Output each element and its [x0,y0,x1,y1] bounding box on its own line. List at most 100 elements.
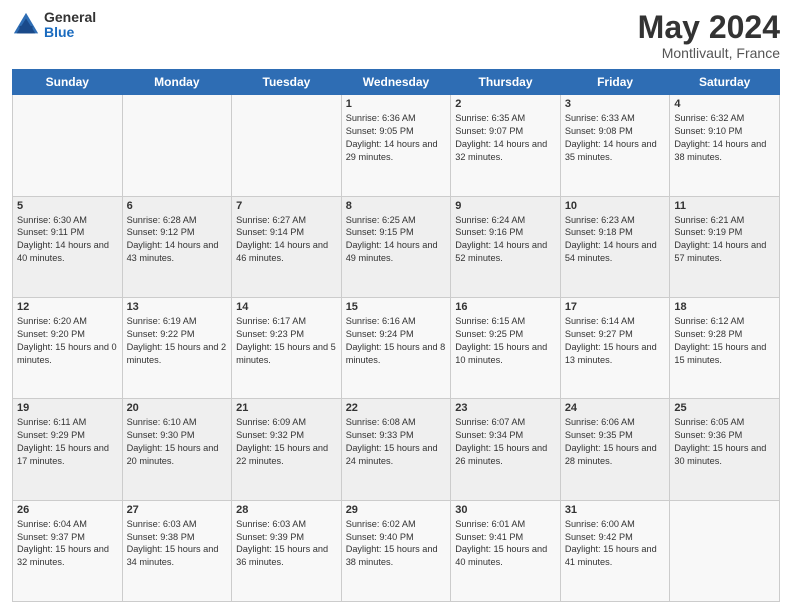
title-block: May 2024 Montlivault, France [638,10,780,61]
day-number: 18 [674,301,775,313]
day-info: Sunrise: 6:30 AMSunset: 9:11 PMDaylight:… [17,214,118,266]
day-number: 27 [127,504,228,516]
calendar-cell: 23 Sunrise: 6:07 AMSunset: 9:34 PMDayligh… [451,399,561,500]
day-info: Sunrise: 6:10 AMSunset: 9:30 PMDaylight:… [127,416,228,468]
page-header: General Blue May 2024 Montlivault, Franc… [12,10,780,61]
day-info: Sunrise: 6:20 AMSunset: 9:20 PMDaylight:… [17,315,118,367]
day-info: Sunrise: 6:01 AMSunset: 9:41 PMDaylight:… [455,518,556,570]
day-number: 29 [346,504,447,516]
day-info: Sunrise: 6:19 AMSunset: 9:22 PMDaylight:… [127,315,228,367]
day-info: Sunrise: 6:36 AMSunset: 9:05 PMDaylight:… [346,112,447,164]
calendar-header-row: SundayMondayTuesdayWednesdayThursdayFrid… [13,70,780,95]
calendar-header-tuesday: Tuesday [232,70,342,95]
day-number: 25 [674,402,775,414]
day-number: 13 [127,301,228,313]
day-number: 23 [455,402,556,414]
day-info: Sunrise: 6:04 AMSunset: 9:37 PMDaylight:… [17,518,118,570]
calendar-cell: 5 Sunrise: 6:30 AMSunset: 9:11 PMDaylight… [13,196,123,297]
calendar-week-row: 12 Sunrise: 6:20 AMSunset: 9:20 PMDayligh… [13,297,780,398]
calendar-cell [232,95,342,196]
day-number: 21 [236,402,337,414]
calendar-table: SundayMondayTuesdayWednesdayThursdayFrid… [12,69,780,602]
day-number: 12 [17,301,118,313]
day-info: Sunrise: 6:27 AMSunset: 9:14 PMDaylight:… [236,214,337,266]
calendar-cell: 26Sunrise: 6:04 AMSunset: 9:37 PMDayligh… [13,500,123,601]
day-info: Sunrise: 6:16 AMSunset: 9:24 PMDaylight:… [346,315,447,367]
calendar-cell: 15 Sunrise: 6:16 AMSunset: 9:24 PMDayligh… [341,297,451,398]
calendar-header-friday: Friday [560,70,670,95]
day-number: 31 [565,504,666,516]
day-info: Sunrise: 6:07 AMSunset: 9:34 PMDaylight:… [455,416,556,468]
day-info: Sunrise: 6:12 AMSunset: 9:28 PMDaylight:… [674,315,775,367]
calendar-cell: 12 Sunrise: 6:20 AMSunset: 9:20 PMDayligh… [13,297,123,398]
logo-text: General Blue [44,10,96,41]
day-number: 7 [236,200,337,212]
day-info: Sunrise: 6:21 AMSunset: 9:19 PMDaylight:… [674,214,775,266]
day-info: Sunrise: 6:33 AMSunset: 9:08 PMDaylight:… [565,112,666,164]
calendar-cell: 13 Sunrise: 6:19 AMSunset: 9:22 PMDayligh… [122,297,232,398]
day-number: 16 [455,301,556,313]
calendar-header-saturday: Saturday [670,70,780,95]
day-number: 5 [17,200,118,212]
calendar-cell: 21Sunrise: 6:09 AMSunset: 9:32 PMDayligh… [232,399,342,500]
calendar-header-wednesday: Wednesday [341,70,451,95]
logo-icon [12,11,40,39]
calendar-cell: 16 Sunrise: 6:15 AMSunset: 9:25 PMDayligh… [451,297,561,398]
day-number: 17 [565,301,666,313]
calendar-cell: 3Sunrise: 6:33 AMSunset: 9:08 PMDaylight… [560,95,670,196]
day-info: Sunrise: 6:11 AMSunset: 9:29 PMDaylight:… [17,416,118,468]
day-number: 2 [455,98,556,110]
calendar-cell: 11 Sunrise: 6:21 AMSunset: 9:19 PMDayligh… [670,196,780,297]
location-text: Montlivault, France [638,45,780,61]
day-info: Sunrise: 6:05 AMSunset: 9:36 PMDaylight:… [674,416,775,468]
day-info: Sunrise: 6:28 AMSunset: 9:12 PMDaylight:… [127,214,228,266]
day-info: Sunrise: 6:08 AMSunset: 9:33 PMDaylight:… [346,416,447,468]
day-info: Sunrise: 6:03 AMSunset: 9:39 PMDaylight:… [236,518,337,570]
calendar-cell: 25 Sunrise: 6:05 AMSunset: 9:36 PMDayligh… [670,399,780,500]
calendar-cell: 29 Sunrise: 6:02 AMSunset: 9:40 PMDayligh… [341,500,451,601]
day-number: 22 [346,402,447,414]
calendar-cell: 20 Sunrise: 6:10 AMSunset: 9:30 PMDayligh… [122,399,232,500]
page-container: General Blue May 2024 Montlivault, Franc… [0,0,792,612]
calendar-week-row: 5 Sunrise: 6:30 AMSunset: 9:11 PMDaylight… [13,196,780,297]
day-info: Sunrise: 6:02 AMSunset: 9:40 PMDaylight:… [346,518,447,570]
day-number: 20 [127,402,228,414]
day-number: 1 [346,98,447,110]
day-number: 24 [565,402,666,414]
day-info: Sunrise: 6:15 AMSunset: 9:25 PMDaylight:… [455,315,556,367]
calendar-cell: 7 Sunrise: 6:27 AMSunset: 9:14 PMDaylight… [232,196,342,297]
calendar-cell: 1 Sunrise: 6:36 AMSunset: 9:05 PMDaylight… [341,95,451,196]
day-info: Sunrise: 6:14 AMSunset: 9:27 PMDaylight:… [565,315,666,367]
day-number: 11 [674,200,775,212]
day-info: Sunrise: 6:24 AMSunset: 9:16 PMDaylight:… [455,214,556,266]
month-title: May 2024 [638,10,780,45]
calendar-cell: 22 Sunrise: 6:08 AMSunset: 9:33 PMDayligh… [341,399,451,500]
calendar-cell: 28 Sunrise: 6:03 AMSunset: 9:39 PMDayligh… [232,500,342,601]
day-info: Sunrise: 6:00 AMSunset: 9:42 PMDaylight:… [565,518,666,570]
calendar-cell: 30Sunrise: 6:01 AMSunset: 9:41 PMDayligh… [451,500,561,601]
calendar-cell: 27 Sunrise: 6:03 AMSunset: 9:38 PMDayligh… [122,500,232,601]
day-number: 19 [17,402,118,414]
day-info: Sunrise: 6:03 AMSunset: 9:38 PMDaylight:… [127,518,228,570]
calendar-cell: 18 Sunrise: 6:12 AMSunset: 9:28 PMDayligh… [670,297,780,398]
day-info: Sunrise: 6:06 AMSunset: 9:35 PMDaylight:… [565,416,666,468]
logo: General Blue [12,10,96,41]
calendar-header-thursday: Thursday [451,70,561,95]
day-number: 14 [236,301,337,313]
logo-blue-text: Blue [44,25,96,40]
day-number: 28 [236,504,337,516]
day-number: 6 [127,200,228,212]
calendar-cell: 14 Sunrise: 6:17 AMSunset: 9:23 PMDayligh… [232,297,342,398]
day-info: Sunrise: 6:25 AMSunset: 9:15 PMDaylight:… [346,214,447,266]
calendar-cell: 24 Sunrise: 6:06 AMSunset: 9:35 PMDayligh… [560,399,670,500]
calendar-header-monday: Monday [122,70,232,95]
calendar-cell: 2 Sunrise: 6:35 AMSunset: 9:07 PMDaylight… [451,95,561,196]
calendar-cell: 4 Sunrise: 6:32 AMSunset: 9:10 PMDaylight… [670,95,780,196]
calendar-cell [670,500,780,601]
day-number: 4 [674,98,775,110]
day-info: Sunrise: 6:32 AMSunset: 9:10 PMDaylight:… [674,112,775,164]
calendar-cell: 17 Sunrise: 6:14 AMSunset: 9:27 PMDayligh… [560,297,670,398]
day-info: Sunrise: 6:17 AMSunset: 9:23 PMDaylight:… [236,315,337,367]
day-info: Sunrise: 6:35 AMSunset: 9:07 PMDaylight:… [455,112,556,164]
day-number: 15 [346,301,447,313]
